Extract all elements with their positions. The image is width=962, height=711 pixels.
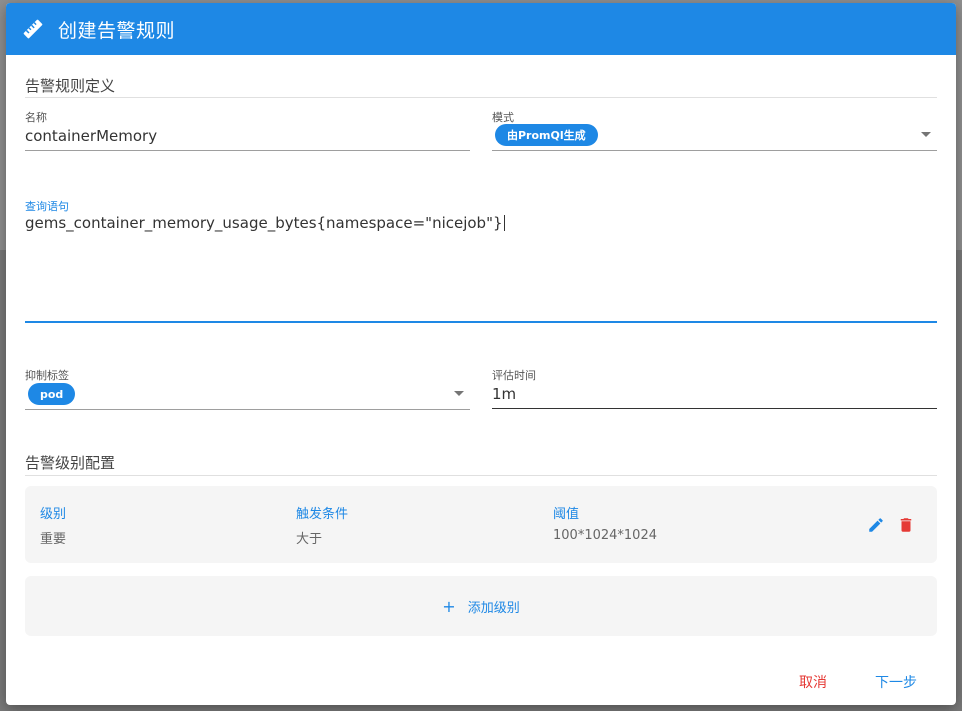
trash-icon[interactable] — [897, 516, 915, 534]
query-text: gems_container_memory_usage_bytes{namesp… — [25, 214, 503, 232]
alert-levels-section-title: 告警级别配置 — [25, 454, 116, 472]
name-input[interactable]: containerMemory — [25, 127, 157, 145]
section-divider — [25, 475, 937, 476]
threshold-value: 100*1024*1024 — [553, 528, 657, 543]
mode-label: 模式 — [492, 111, 514, 124]
chevron-down-icon[interactable] — [454, 391, 464, 396]
add-level-button[interactable]: + 添加级别 — [25, 576, 937, 636]
query-label: 查询语句 — [25, 200, 69, 213]
name-label: 名称 — [25, 111, 47, 124]
pencil-icon[interactable] — [867, 516, 885, 534]
mode-underline — [492, 150, 937, 151]
plus-icon: + — [442, 596, 456, 616]
cancel-button[interactable]: 取消 — [799, 672, 827, 692]
suppress-labels-underline — [25, 409, 470, 410]
eval-time-input[interactable]: 1m — [492, 385, 516, 403]
query-underline — [25, 321, 937, 323]
section-divider — [25, 97, 937, 98]
column-header-level: 级别 — [40, 507, 67, 522]
text-cursor — [503, 215, 505, 231]
add-level-label: 添加级别 — [467, 600, 520, 616]
eval-time-label: 评估时间 — [492, 369, 536, 382]
column-header-condition: 触发条件 — [296, 507, 349, 522]
suppress-label-chip[interactable]: pod — [28, 383, 76, 405]
rule-definition-section-title: 告警规则定义 — [25, 77, 116, 95]
column-header-threshold: 阈值 — [553, 507, 580, 522]
suppress-labels-label: 抑制标签 — [25, 369, 69, 382]
name-underline — [25, 150, 470, 151]
condition-value: 大于 — [296, 532, 323, 547]
alert-level-card: 级别 触发条件 阈值 重要 大于 100*1024*1024 — [25, 486, 937, 563]
eval-time-underline — [492, 408, 937, 409]
chevron-down-icon[interactable] — [921, 132, 931, 137]
dialog-title: 创建告警规则 — [58, 19, 176, 42]
create-alert-rule-dialog: 创建告警规则 告警规则定义 名称 containerMemory 模式 由Pro… — [6, 3, 956, 705]
next-step-button[interactable]: 下一步 — [875, 672, 917, 692]
level-value: 重要 — [40, 532, 67, 547]
query-textarea[interactable]: gems_container_memory_usage_bytes{namesp… — [25, 214, 505, 232]
mode-chip[interactable]: 由PromQl生成 — [495, 124, 598, 146]
dialog-header: 创建告警规则 — [6, 3, 956, 55]
ruler-icon — [22, 18, 44, 40]
